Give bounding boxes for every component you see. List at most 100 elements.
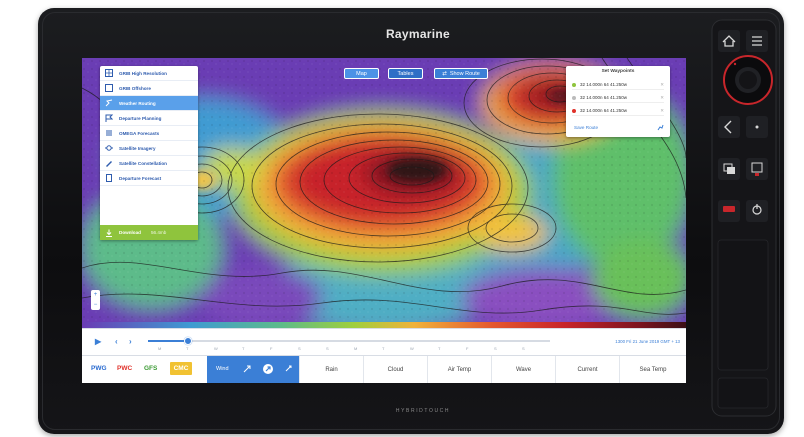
menu-item-satellite-imagery[interactable]: Satellite Imagery (100, 141, 198, 156)
wind-layer-group[interactable]: Wind (207, 356, 299, 383)
waypoint-coords: 32 14.000n 64 41.250w (580, 95, 628, 100)
timeline-day: F (466, 346, 469, 351)
timeline-day: W (410, 346, 414, 351)
timeline-day: F (270, 346, 273, 351)
pages-key[interactable] (718, 158, 740, 180)
waypoint-coords: 32 14.000n 64 41.250w (580, 108, 628, 113)
zoom-in-button[interactable]: + (91, 290, 100, 300)
layer-cloud-button[interactable]: Cloud (363, 356, 427, 383)
layer-current-button[interactable]: Current (555, 356, 619, 383)
previous-button[interactable]: ‹ (115, 337, 118, 346)
via-marker-icon (572, 95, 576, 100)
card-slot-panel (717, 377, 769, 409)
rotary-knob[interactable] (723, 55, 773, 105)
menu-item-label: GRIB High Resolution (119, 70, 167, 76)
timeline-day: S (326, 346, 329, 351)
timeline-day: W (214, 346, 218, 351)
chartplotter-device: Raymarine HYBRIDTOUCH Map Tables ⇄ Show … (38, 8, 784, 434)
menu-item-label: OMEGA Forecasts (119, 130, 160, 136)
timeline-track[interactable] (148, 340, 550, 342)
timeline-day: T (382, 346, 385, 351)
layer-air-temp-button[interactable]: Air Temp (427, 356, 491, 383)
timeline-day: T (186, 346, 189, 351)
source-gfs-button[interactable]: GFS (144, 365, 157, 372)
menu-item-departure-forecast[interactable]: Departure Forecast (100, 171, 198, 186)
forecast-timeline: ▶ ‹ › M T W T F S S M T W T F S S 1300 F… (82, 328, 686, 355)
menu-item-grib-high-resolution[interactable]: GRIB High Resolution (100, 66, 198, 81)
flag-icon (105, 114, 113, 122)
timeline-handle[interactable] (184, 337, 192, 345)
waypoint-panel-title: Set Waypoints (601, 69, 635, 74)
route-icon: ⇄ (442, 70, 447, 77)
home-key[interactable] (718, 30, 740, 52)
wind-streamline-icon[interactable] (284, 364, 294, 374)
play-button[interactable]: ▶ (95, 337, 101, 346)
remove-icon[interactable]: ✕ (660, 82, 664, 88)
waypoint-row[interactable]: 32 14.000n 64 41.250w ✕ (572, 93, 664, 103)
timeline-day: S (494, 346, 497, 351)
wind-label: Wind (216, 366, 229, 372)
timeline-day: T (438, 346, 441, 351)
show-route-button[interactable]: ⇄ Show Route (434, 68, 488, 79)
brand-logo: Raymarine (385, 27, 451, 41)
download-icon (105, 229, 113, 237)
waypoint-row[interactable]: 32 14.000n 64 41.250w ✕ (572, 106, 664, 116)
timeline-day: S (298, 346, 301, 351)
wind-barb-icon[interactable] (242, 364, 252, 374)
download-button[interactable]: Download 56.4mb (100, 225, 198, 240)
waypoint-panel: Set Waypoints 32 14.000n 64 41.250w ✕ 32… (566, 66, 670, 137)
pen-icon (105, 159, 113, 167)
timeline-day: T (242, 346, 245, 351)
ok-key[interactable] (746, 116, 768, 138)
menu-item-label: Satellite Imagery (119, 145, 156, 151)
source-cmc-button[interactable]: CMC (170, 362, 192, 375)
square-icon (105, 84, 113, 92)
touch-screen: Map Tables ⇄ Show Route GRIB High Resolu… (82, 58, 686, 383)
menu-item-grib-offshore[interactable]: GRIB Offshore (100, 81, 198, 96)
menu-key[interactable] (746, 30, 768, 52)
zoom-out-button[interactable]: − (91, 300, 100, 310)
layer-rain-button[interactable]: Rain (299, 356, 363, 383)
hybridtouch-label: HYBRIDTOUCH (395, 408, 451, 414)
satellite-icon (105, 144, 113, 152)
show-route-label: Show Route (449, 70, 480, 77)
zoom-controls: + − (91, 290, 100, 310)
back-key[interactable] (718, 116, 740, 138)
menu-item-weather-routing[interactable]: Weather Routing (100, 96, 198, 111)
keypad-panel (717, 239, 769, 371)
forecast-datetime: 1300 Fri 21 June 2019 GMT + 13 (615, 339, 680, 344)
layer-bar: PWG PWC GFS CMC Wind Rain Cloud Air Temp… (82, 355, 686, 383)
tab-tables[interactable]: Tables (388, 68, 423, 79)
menu-item-omega-forecasts[interactable]: OMEGA Forecasts (100, 126, 198, 141)
menu-item-label: Departure Forecast (119, 175, 162, 181)
next-button[interactable]: › (129, 337, 132, 346)
menu-item-label: Satellite Constellation (119, 160, 167, 166)
source-pwc-button[interactable]: PWC (117, 365, 132, 372)
timeline-progress (148, 340, 188, 342)
remove-icon[interactable]: ✕ (660, 95, 664, 101)
menu-item-label: Weather Routing (119, 100, 156, 106)
tab-map[interactable]: Map (344, 68, 379, 79)
source-pwg-button[interactable]: PWG (91, 365, 107, 372)
wind-arrow-selected-icon[interactable] (263, 364, 273, 374)
waypoint-row[interactable]: 32 14.000n 64 41.250w ✕ (572, 80, 664, 90)
forecast-menu: GRIB High Resolution GRIB Offshore Weath… (100, 66, 198, 240)
layer-sea-temp-button[interactable]: Sea Temp (619, 356, 686, 383)
waypoint-key[interactable] (746, 158, 768, 180)
menu-item-satellite-constellation[interactable]: Satellite Constellation (100, 156, 198, 171)
list-icon (105, 129, 113, 137)
save-route-button[interactable]: Save Route (574, 125, 598, 130)
menu-item-label: GRIB Offshore (119, 85, 151, 91)
mob-key[interactable] (718, 200, 740, 222)
grid-icon (105, 69, 113, 77)
route-options-icon[interactable] (657, 124, 664, 131)
doc-icon (105, 174, 113, 182)
power-key[interactable] (746, 200, 768, 222)
end-marker-icon (572, 108, 576, 113)
timeline-day: M (354, 346, 358, 351)
download-size: 56.4mb (150, 230, 167, 235)
menu-item-departure-planning[interactable]: Departure Planning (100, 111, 198, 126)
layer-wave-button[interactable]: Wave (491, 356, 555, 383)
physical-keypad (711, 19, 777, 417)
remove-icon[interactable]: ✕ (660, 108, 664, 114)
